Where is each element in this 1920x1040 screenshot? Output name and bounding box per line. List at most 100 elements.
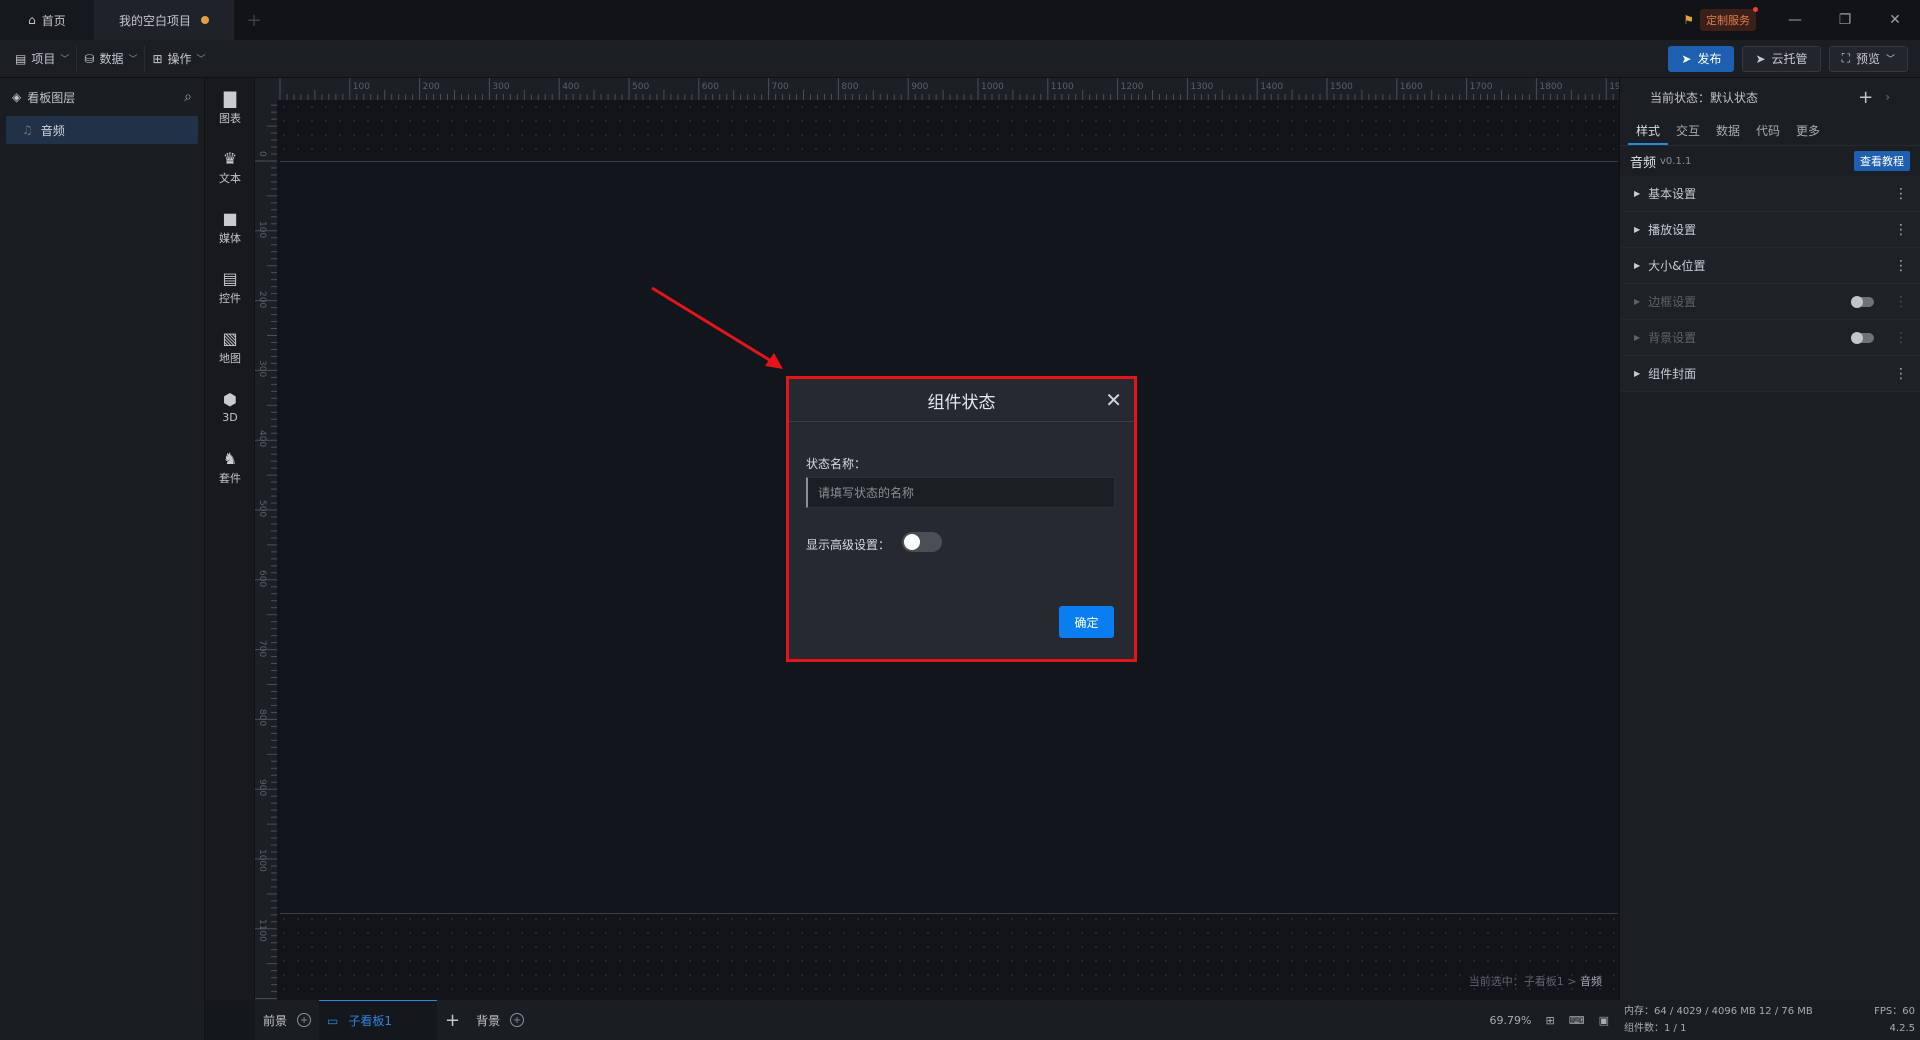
- close-icon[interactable]: ✕: [1105, 388, 1122, 412]
- ruler-label: 1700: [1469, 82, 1493, 92]
- tab-more[interactable]: 更多: [1788, 116, 1828, 145]
- menu-operations[interactable]: ⊞ 操作 ﹀: [145, 46, 212, 72]
- caret-right-icon: ▶: [1634, 297, 1641, 306]
- more-icon[interactable]: ⋮: [1894, 222, 1908, 238]
- tab-code[interactable]: 代码: [1748, 116, 1788, 145]
- custom-service-button[interactable]: ⚑ 定制服务: [1683, 7, 1758, 31]
- tab-foreground-label: 前景: [263, 1013, 288, 1028]
- library-text[interactable]: ♛ 文本: [205, 138, 255, 198]
- state-name-placeholder: 请填写状态的名称: [818, 486, 915, 500]
- dialog-header: 组件状态 ✕: [789, 379, 1134, 422]
- ruler-label: 600: [701, 82, 719, 92]
- props-tabs: 样式 交互 数据 代码 更多: [1620, 116, 1920, 146]
- map-icon: ▧: [222, 328, 238, 348]
- fit-screen-icon[interactable]: ⊞: [1545, 1014, 1554, 1027]
- tab-subboard-label: 子看板1: [348, 1014, 392, 1028]
- file-icon: ▤: [15, 51, 27, 66]
- menu-data[interactable]: ⛁ 数据 ﹀: [77, 45, 146, 72]
- caret-right-icon: ▶: [1634, 333, 1641, 342]
- notification-dot: [1753, 7, 1758, 12]
- library-map[interactable]: ▧ 地图: [205, 318, 255, 378]
- section-basic[interactable]: ▶ 基本设置 ⋮: [1620, 176, 1920, 212]
- ruler-label: 200: [422, 82, 440, 92]
- more-icon[interactable]: ⋮: [1894, 294, 1908, 310]
- add-state-button[interactable]: +: [1858, 87, 1873, 108]
- confirm-button[interactable]: 确定: [1059, 606, 1114, 638]
- section-label: 背景设置: [1648, 331, 1697, 345]
- tab-interaction[interactable]: 交互: [1668, 116, 1708, 145]
- terminal-icon[interactable]: ▣: [1599, 1014, 1609, 1027]
- new-tab-button[interactable]: +: [234, 0, 274, 40]
- section-cover[interactable]: ▶ 组件封面 ⋮: [1620, 356, 1920, 392]
- maximize-button[interactable]: ❐: [1820, 0, 1870, 40]
- add-background-button[interactable]: +: [510, 1013, 525, 1027]
- add-foreground-button[interactable]: +: [297, 1013, 312, 1027]
- breadcrumb-target: 音频: [1580, 975, 1602, 988]
- text-icon: ♛: [222, 148, 238, 168]
- ruler-label: 1100: [1050, 82, 1074, 92]
- tab-style[interactable]: 样式: [1628, 116, 1668, 145]
- more-icon[interactable]: ⋮: [1894, 366, 1908, 382]
- library-kit[interactable]: ♞ 套件: [205, 438, 255, 498]
- kit-icon: ♞: [222, 448, 238, 468]
- audio-layer-icon: ♫: [22, 123, 33, 137]
- minimize-button[interactable]: —: [1770, 0, 1820, 40]
- tutorial-button[interactable]: 查看教程: [1854, 151, 1910, 171]
- preview-button[interactable]: ⛶ 预览 ﹀: [1828, 45, 1908, 72]
- section-label: 组件封面: [1648, 367, 1697, 381]
- library-label: 媒体: [219, 231, 241, 245]
- close-window-button[interactable]: ✕: [1870, 0, 1920, 40]
- background-toggle[interactable]: [1851, 331, 1874, 344]
- tab-home[interactable]: ⌂ 首页: [0, 0, 94, 40]
- publish-button[interactable]: ➤ 发布: [1668, 45, 1735, 72]
- advanced-settings-toggle[interactable]: [902, 532, 942, 552]
- tab-data[interactable]: 数据: [1708, 116, 1748, 145]
- cloud-host-button[interactable]: ➤ 云托管: [1742, 45, 1821, 72]
- more-icon[interactable]: ⋮: [1894, 186, 1908, 202]
- layers-icon: ◈: [12, 90, 22, 104]
- search-icon[interactable]: ⌕: [184, 89, 192, 105]
- layers-panel: ◈ 看板图层 ⌕ ♫ 音频: [0, 78, 205, 1040]
- caret-right-icon: ▶: [1634, 369, 1641, 378]
- vertical-ruler: 0 100 200 300 400 500 600 700 800 900 1000 1100: [255, 100, 277, 1000]
- ruler-label: 800: [841, 82, 859, 92]
- tab-subboard[interactable]: ▭ 子看板1: [319, 1000, 438, 1040]
- library-chart[interactable]: ▇ 图表: [205, 78, 255, 138]
- more-icon[interactable]: ⋮: [1894, 258, 1908, 274]
- tab-foreground[interactable]: 前景 +: [255, 1000, 319, 1040]
- add-subboard-button[interactable]: +: [437, 1000, 468, 1040]
- component-library-bar: ▇ 图表 ♛ 文本 ■ 媒体 ▤ 控件 ▧ 地图 ⬢ 3D ♞ 套件: [205, 78, 255, 1000]
- dialog-title: 组件状态: [927, 392, 996, 413]
- library-widget[interactable]: ▤ 控件: [205, 258, 255, 318]
- home-icon: ⌂: [28, 13, 36, 27]
- current-state-label[interactable]: 当前状态：默认状态: [1650, 89, 1758, 106]
- section-border[interactable]: ▶ 边框设置 ⋮: [1620, 284, 1920, 320]
- section-size-position[interactable]: ▶ 大小&位置 ⋮: [1620, 248, 1920, 284]
- horizontal-ruler: 100 200 300 400 500 600 700 800 900 1000 1100 1200 1…: [255, 78, 1619, 100]
- tab-project[interactable]: 我的空白项目: [94, 0, 234, 40]
- tab-background[interactable]: 背景 +: [468, 1000, 532, 1040]
- library-media[interactable]: ■ 媒体: [205, 198, 255, 258]
- border-toggle[interactable]: [1851, 295, 1874, 308]
- fullscreen-icon: ⛶: [1841, 51, 1850, 65]
- keyboard-icon[interactable]: ⌨: [1569, 1014, 1585, 1027]
- section-playback[interactable]: ▶ 播放设置 ⋮: [1620, 212, 1920, 248]
- ruler-label: 600: [257, 569, 267, 587]
- zoom-level[interactable]: 69.79%: [1490, 1014, 1532, 1027]
- chevron-right-icon[interactable]: ›: [1885, 90, 1890, 104]
- section-label: 边框设置: [1648, 295, 1697, 309]
- tab-project-label: 我的空白项目: [118, 13, 191, 28]
- ruler-label: 1600: [1399, 82, 1423, 92]
- section-background[interactable]: ▶ 背景设置 ⋮: [1620, 320, 1920, 356]
- ruler-label: 300: [492, 82, 510, 92]
- layer-item-audio[interactable]: ♫ 音频: [6, 116, 198, 144]
- more-icon[interactable]: ⋮: [1894, 330, 1908, 346]
- toolbar: ▤ 项目 ﹀ ⛁ 数据 ﹀ ⊞ 操作 ﹀ ➤ 发布 ➤ 云托管 ⛶ 预览 ﹀: [0, 40, 1920, 78]
- state-name-input[interactable]: 请填写状态的名称: [806, 477, 1115, 508]
- layers-title: 看板图层: [27, 90, 76, 105]
- ruler-label: 1200: [1120, 82, 1144, 92]
- send-icon: ➤: [1681, 51, 1692, 66]
- ruler-label: 1900: [1609, 82, 1619, 92]
- library-3d[interactable]: ⬢ 3D: [205, 378, 255, 438]
- menu-project[interactable]: ▤ 项目 ﹀: [8, 45, 78, 72]
